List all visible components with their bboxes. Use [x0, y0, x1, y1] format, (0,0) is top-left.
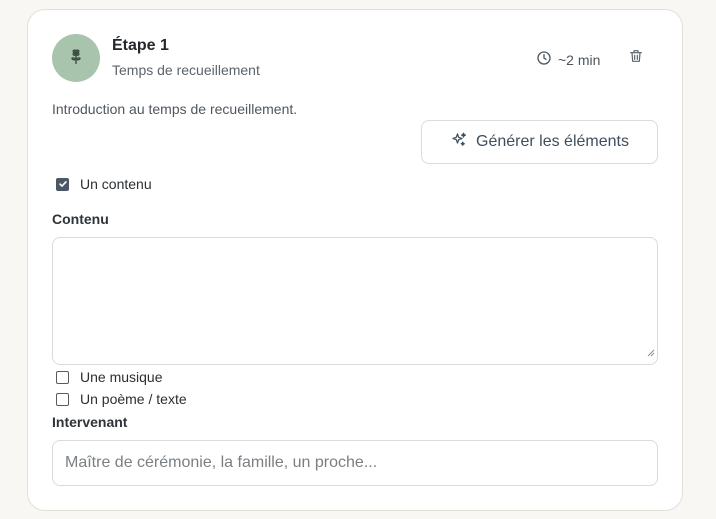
content-textarea[interactable]	[52, 237, 658, 365]
sparkles-icon	[450, 131, 468, 154]
delete-step-button[interactable]	[626, 48, 646, 68]
trash-icon	[628, 48, 644, 69]
step-card: Étape 1 Temps de recueillement ~2 min In…	[27, 9, 683, 511]
step-title: Étape 1	[112, 37, 169, 54]
option-poem[interactable]: Un poème / texte	[56, 391, 187, 407]
speaker-field-label: Intervenant	[52, 414, 128, 430]
option-music-checkbox[interactable]	[56, 370, 69, 384]
option-music-label: Une musique	[80, 369, 163, 385]
step-duration: ~2 min	[536, 50, 600, 69]
speaker-input[interactable]: Maître de cérémonie, la famille, un proc…	[52, 440, 658, 486]
resize-handle-icon[interactable]	[647, 344, 655, 362]
step-description: Introduction au temps de recueillement.	[52, 101, 298, 117]
option-music[interactable]: Une musique	[56, 369, 163, 385]
clock-icon	[536, 50, 552, 69]
option-content-label: Un contenu	[80, 176, 152, 192]
generate-elements-label: Générer les éléments	[476, 133, 629, 150]
step-subtitle: Temps de recueillement	[112, 62, 260, 78]
flower-icon	[66, 46, 86, 71]
duration-label: ~2 min	[558, 51, 601, 68]
option-poem-checkbox[interactable]	[56, 392, 69, 406]
option-content[interactable]: Un contenu	[56, 176, 152, 192]
option-poem-label: Un poème / texte	[80, 391, 187, 407]
step-avatar	[52, 34, 100, 82]
content-field-label: Contenu	[52, 211, 109, 227]
option-content-checkbox[interactable]	[56, 177, 69, 191]
speaker-input-placeholder: Maître de cérémonie, la famille, un proc…	[65, 454, 378, 471]
generate-elements-button[interactable]: Générer les éléments	[421, 120, 658, 164]
